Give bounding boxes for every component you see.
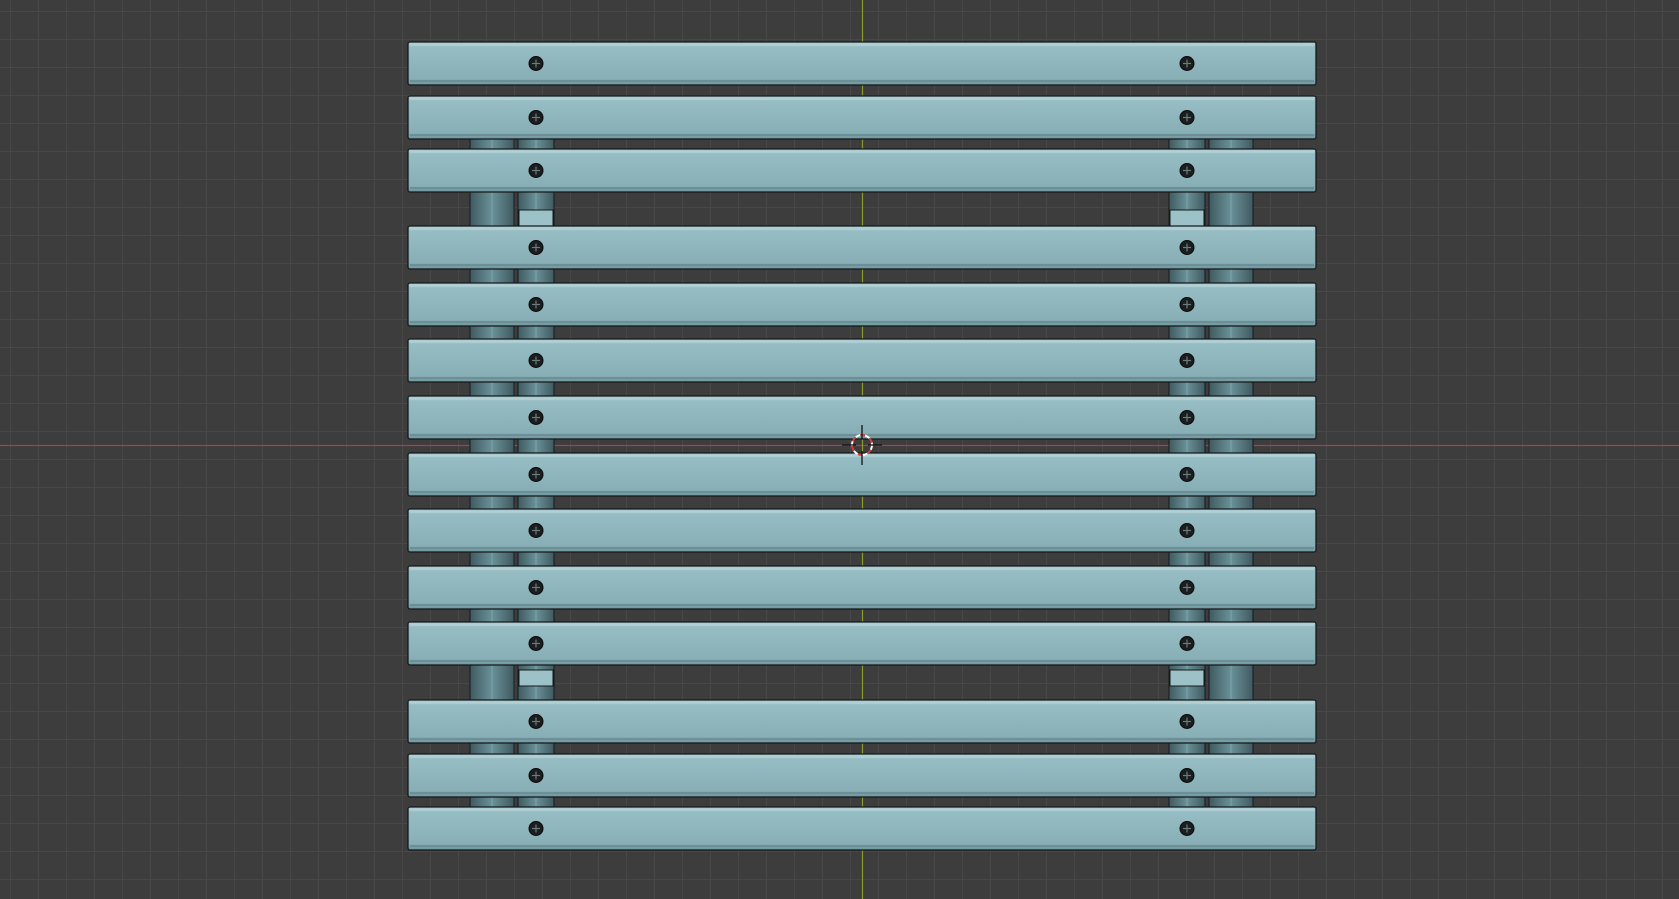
support-block (518, 669, 554, 687)
seat-slat (407, 806, 1317, 851)
support-block (1169, 669, 1205, 687)
support-block (518, 209, 554, 227)
screw-icon (1179, 821, 1195, 836)
screw-icon (1179, 240, 1195, 255)
screw-icon (1179, 56, 1195, 71)
seat-slat (407, 699, 1317, 744)
screw-icon (528, 110, 544, 125)
seat-slat (407, 565, 1317, 610)
screw-icon (528, 580, 544, 595)
screw-icon (1179, 523, 1195, 538)
screw-icon (528, 768, 544, 783)
seat-slat (407, 282, 1317, 327)
screw-icon (1179, 163, 1195, 178)
screw-icon (528, 821, 544, 836)
seat-slat (407, 148, 1317, 193)
screw-icon (528, 523, 544, 538)
seat-slat (407, 225, 1317, 270)
screw-icon (1179, 636, 1195, 651)
seat-slat (407, 508, 1317, 553)
support-block (1169, 209, 1205, 227)
viewport-scene[interactable] (0, 0, 1679, 899)
screw-icon (1179, 580, 1195, 595)
screw-icon (1179, 768, 1195, 783)
3d-viewport[interactable] (0, 0, 1679, 899)
screw-icon (528, 353, 544, 368)
screw-icon (528, 56, 544, 71)
seat-slat (407, 753, 1317, 798)
screw-icon (1179, 467, 1195, 482)
seat-slat (407, 95, 1317, 140)
screw-icon (528, 410, 544, 425)
screw-icon (1179, 714, 1195, 729)
screw-icon (528, 636, 544, 651)
seat-slat (407, 621, 1317, 666)
screw-icon (1179, 297, 1195, 312)
screw-icon (528, 163, 544, 178)
screw-icon (1179, 410, 1195, 425)
screw-icon (528, 297, 544, 312)
seat-slat (407, 338, 1317, 383)
screw-icon (1179, 353, 1195, 368)
screw-icon (528, 714, 544, 729)
screw-icon (528, 467, 544, 482)
screw-icon (528, 240, 544, 255)
seat-slat (407, 41, 1317, 86)
screw-icon (1179, 110, 1195, 125)
